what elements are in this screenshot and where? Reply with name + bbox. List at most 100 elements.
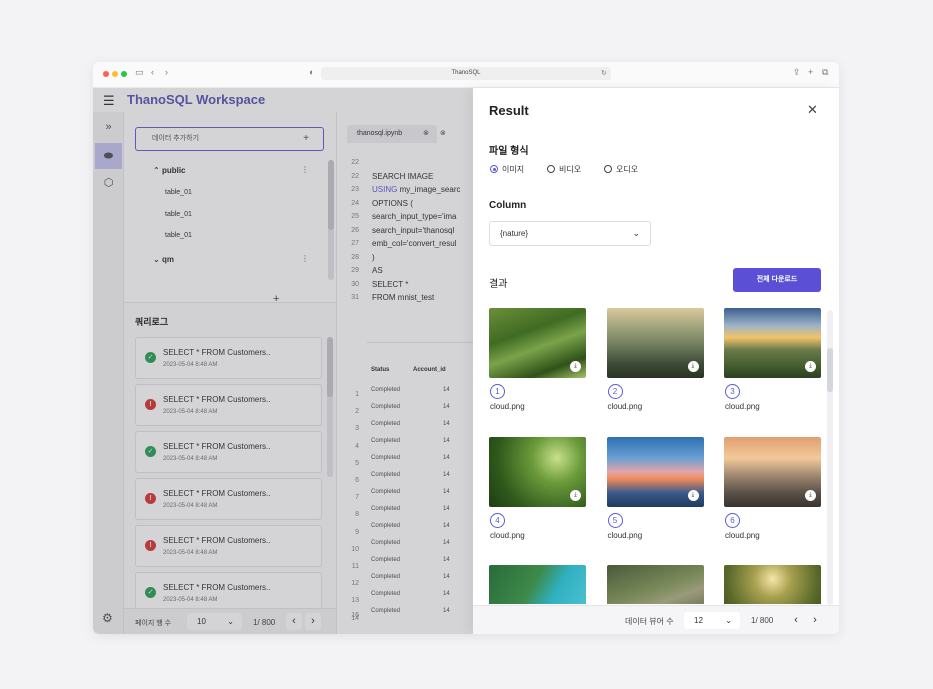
reload-icon[interactable]: ↻ — [601, 69, 607, 77]
share-icon[interactable]: ⇪ — [793, 67, 801, 78]
radio-image[interactable]: 이미지 — [490, 164, 524, 175]
next-page-button[interactable]: › — [807, 612, 823, 629]
explorer-scrollbar[interactable] — [328, 160, 334, 280]
add-data-button[interactable]: 데이터 추가하기 + — [135, 127, 324, 151]
code-line[interactable]: SELECT * — [372, 280, 408, 289]
file-type-label: 파일 형식 — [489, 146, 529, 157]
gallery-item[interactable]: ⤓ — [606, 565, 704, 604]
forward-icon[interactable]: › — [165, 67, 168, 77]
notebook-tab[interactable]: thanosql.ipynb ⊗ — [347, 125, 437, 143]
prev-page-button[interactable]: ‹ — [286, 613, 302, 630]
query-log-item[interactable]: ! SELECT * FROM Customers.. 2023-05-04 8:4… — [135, 525, 322, 567]
radio-video[interactable]: 비디오 — [547, 164, 581, 175]
result-image-leaf-bokeh[interactable]: ⤓ — [489, 436, 586, 507]
download-icon[interactable]: ⤓ — [805, 361, 816, 372]
address-bar[interactable]: ThanoSQL — [321, 67, 611, 80]
gallery-pager: 데이터 뷰어 수 12 ⌄ 1/ 800 ‹ › — [473, 605, 839, 634]
download-all-button[interactable]: 전체 다운로드 — [733, 268, 821, 292]
query-log-item[interactable]: ! SELECT * FROM Customers.. 2023-05-04 8:4… — [135, 478, 322, 520]
code-line[interactable]: SEARCH IMAGE — [372, 172, 433, 181]
line-number: 1 — [355, 391, 359, 398]
code-line[interactable]: USING my_image_searc — [372, 185, 460, 194]
scrollbar-thumb[interactable] — [827, 348, 833, 392]
table-cell: 14 — [443, 608, 450, 614]
tab-overview-icon[interactable]: ⧉ — [822, 67, 828, 78]
close-window-dot[interactable] — [103, 71, 109, 77]
view-count-select[interactable]: 12 ⌄ — [684, 612, 740, 629]
radio-audio[interactable]: 오디오 — [604, 164, 638, 175]
download-icon[interactable]: ⤓ — [687, 489, 699, 501]
close-tab-icon[interactable]: ⊗ — [423, 125, 429, 143]
table-cell: 14 — [443, 557, 450, 563]
schema-name: qm — [161, 255, 174, 264]
query-log-scrollbar[interactable] — [327, 337, 333, 477]
line-number: 29 — [351, 267, 359, 274]
rows-per-page-select[interactable]: 10 ⌄ — [187, 613, 242, 630]
result-image-aerial-forest-water[interactable]: ⤓ — [489, 565, 586, 604]
close-icon[interactable]: ✕ — [807, 102, 818, 118]
hamburger-menu-icon[interactable]: ☰ — [103, 93, 115, 109]
query-log-item[interactable]: ✓ SELECT * FROM Customers.. 2023-05-04 8:4… — [135, 431, 322, 473]
code-line[interactable]: FROM mnist_test — [372, 293, 434, 302]
success-check-icon: ✓ — [145, 446, 156, 457]
query-log-item[interactable]: ! SELECT * FROM Customers.. 2023-05-04 8:4… — [135, 384, 322, 426]
gallery-item[interactable]: ⤓ 4 cloud.png — [489, 436, 586, 557]
download-icon[interactable]: ⤓ — [687, 361, 699, 372]
query-text: SELECT * FROM Customers.. — [163, 348, 271, 357]
query-text: SELECT * FROM Customers.. — [163, 442, 271, 451]
result-image-green-hills[interactable]: ⤓ — [489, 308, 586, 378]
result-image-ocean-sunset[interactable]: ⤓ — [606, 436, 704, 507]
error-alert-icon: ! — [145, 399, 156, 410]
table-item[interactable]: table_01 — [165, 232, 192, 239]
schema-qm[interactable]: ⌄ qm — [153, 255, 174, 264]
gallery-item[interactable]: ⤓ 2 cloud.png — [606, 308, 704, 428]
gallery-scrollbar[interactable] — [827, 310, 833, 605]
gallery-item[interactable]: ⤓ — [489, 565, 586, 604]
code-line[interactable]: AS — [372, 266, 383, 275]
result-image-forest-sunlight[interactable]: ⤓ — [724, 565, 821, 604]
schema-public[interactable]: ⌃ public — [153, 166, 186, 175]
minimize-window-dot[interactable] — [112, 71, 118, 77]
code-line[interactable]: search_input='thanosql — [372, 226, 454, 235]
collapse-rail-icon[interactable]: » — [95, 114, 122, 140]
code-line[interactable]: search_input_type='ima — [372, 212, 456, 221]
image-index-badge: 4 — [490, 512, 505, 528]
gallery-item[interactable]: ⤓ 5 cloud.png — [606, 436, 704, 557]
query-log-item[interactable]: ✓ SELECT * FROM Customers.. 2023-05-04 8:4… — [135, 337, 322, 379]
next-page-button[interactable]: › — [305, 613, 321, 630]
maximize-window-dot[interactable] — [121, 71, 127, 77]
table-cell: 14 — [443, 523, 450, 529]
database-nav-icon[interactable]: ⬬ — [95, 143, 122, 169]
download-icon[interactable]: ⤓ — [570, 489, 581, 501]
result-image-mountain-road[interactable]: ⤓ — [606, 565, 704, 604]
scrollbar-thumb[interactable] — [328, 160, 334, 230]
sidebar-toggle-icon[interactable]: ▭ — [135, 67, 144, 78]
code-line[interactable]: emb_col='convert_resul — [372, 239, 456, 248]
scrollbar-thumb[interactable] — [327, 337, 333, 397]
table-item[interactable]: table_01 — [165, 189, 192, 196]
code-line[interactable]: OPTIONS ( — [372, 199, 413, 208]
settings-gear-icon[interactable]: ⚙ — [102, 611, 113, 625]
kebab-menu-icon[interactable]: ⋮ — [301, 165, 309, 174]
column-select[interactable]: {nature} ⌄ — [489, 221, 651, 246]
gallery-item[interactable]: ⤓ 6 cloud.png — [724, 436, 821, 557]
kebab-menu-icon[interactable]: ⋮ — [301, 254, 309, 263]
download-icon[interactable]: ⤓ — [805, 489, 816, 501]
table-item[interactable]: table_01 — [165, 211, 192, 218]
prev-page-button[interactable]: ‹ — [788, 612, 804, 629]
download-icon[interactable]: ⤓ — [570, 361, 581, 372]
result-image-sunset-valley[interactable]: ⤓ — [724, 308, 821, 378]
back-icon[interactable]: ‹ — [151, 67, 154, 77]
gallery-item[interactable]: ⤓ 3 cloud.png — [724, 308, 821, 428]
data-explorer: 데이터 추가하기 + ⌃ public ⋮ table_01 table_01 … — [124, 112, 336, 302]
model-nav-icon[interactable]: ⬡ — [95, 170, 122, 196]
new-tab-icon[interactable]: + — [808, 67, 813, 77]
gallery-item[interactable]: ⤓ — [724, 565, 821, 604]
line-number: 2 — [355, 408, 359, 416]
result-image-misty-mountains[interactable]: ⤓ — [606, 308, 704, 378]
code-line[interactable]: ) — [372, 253, 375, 262]
result-image-grass-sunset[interactable]: ⤓ — [724, 436, 821, 507]
gallery-item[interactable]: ⤓ 1 cloud.png — [489, 308, 586, 428]
line-number: 10 — [351, 545, 359, 553]
close-tab-icon[interactable]: ⊗ — [440, 125, 446, 143]
